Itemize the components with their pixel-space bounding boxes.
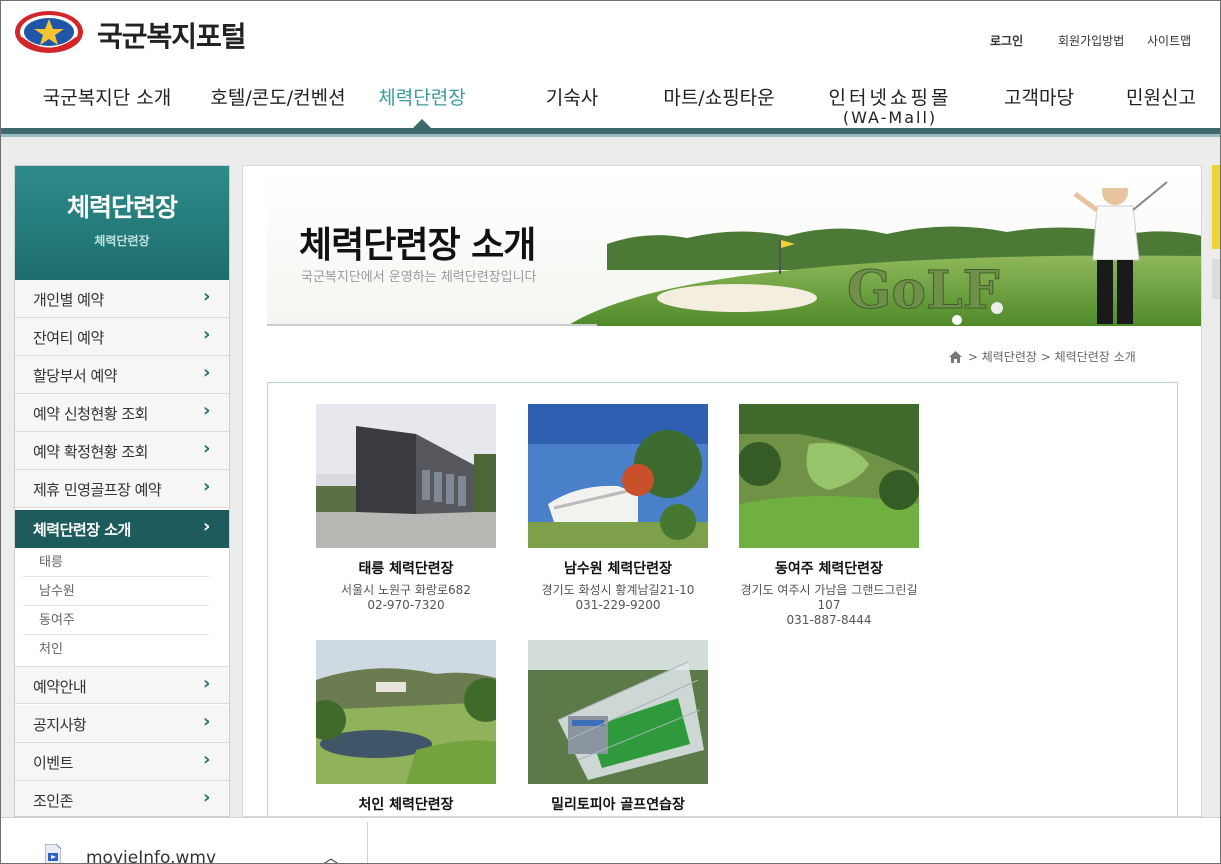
side-tab-yellow[interactable] bbox=[1212, 165, 1220, 249]
lnb-item-event[interactable]: 이벤트 › bbox=[15, 743, 229, 781]
home-icon[interactable] bbox=[949, 351, 962, 363]
gnb-welfare-intro[interactable]: 국군복지단 소개 bbox=[43, 83, 171, 110]
facility-gallery: 태릉 체력단련장 서울시 노원구 화랑로682 02-970-7320 남수원 … bbox=[267, 382, 1178, 816]
lnb-item-label: 예약 신청현황 조회 bbox=[33, 405, 148, 423]
facility-card-militopia[interactable]: 밀리토피아 골프연습장 bbox=[528, 640, 708, 814]
chevron-right-icon: › bbox=[203, 438, 211, 459]
lnb-sub-dongyeoju[interactable]: 동여주 bbox=[23, 606, 209, 635]
chevron-right-icon: › bbox=[203, 286, 211, 307]
facility-address: 서울시 노원구 화랑로682 bbox=[341, 583, 471, 597]
lnb-item-remaining-tee[interactable]: 잔여티 예약 › bbox=[15, 318, 229, 356]
page-description: 국군복지단에서 운영하는 체력단련장입니다 bbox=[301, 270, 537, 285]
facility-phone: 031-887-8444 bbox=[786, 613, 872, 627]
breadcrumb: > 체력단련장 > 체력단련장 소개 bbox=[949, 348, 1136, 365]
chevron-right-icon: › bbox=[203, 400, 211, 421]
facility-photo[interactable] bbox=[528, 404, 708, 548]
lnb-item-notice[interactable]: 공지사항 › bbox=[15, 705, 229, 743]
lnb-item-reservation-guide[interactable]: 예약안내 › bbox=[15, 666, 229, 704]
banner-word: GoLF bbox=[847, 260, 1000, 321]
breadcrumb-separator-icon: > bbox=[967, 350, 978, 364]
login-link[interactable]: 로그인 bbox=[990, 32, 1023, 49]
chevron-up-icon[interactable]: ︿ bbox=[323, 844, 339, 863]
facility-card-namsuwon[interactable]: 남수원 체력단련장 경기도 화성시 황계남길21-10 031-229-9200 bbox=[528, 404, 708, 613]
gnb-dormitory[interactable]: 기숙사 bbox=[546, 83, 598, 110]
breadcrumb-separator-icon: > bbox=[1040, 350, 1051, 364]
facility-card-taereung[interactable]: 태릉 체력단련장 서울시 노원구 화랑로682 02-970-7320 bbox=[316, 404, 496, 613]
facility-card-dongyeoju[interactable]: 동여주 체력단련장 경기도 여주시 가남읍 그랜드그린길107 031-887-… bbox=[739, 404, 919, 628]
join-guide-link[interactable]: 회원가입방법 bbox=[1058, 32, 1124, 49]
chevron-right-icon: › bbox=[203, 787, 211, 808]
left-menu-subtitle: 체력단련장 bbox=[94, 234, 150, 248]
armed-forces-logo[interactable] bbox=[13, 8, 85, 56]
lnb-item-dept-reservation[interactable]: 할당부서 예약 › bbox=[15, 356, 229, 394]
lnb-sub-taereung[interactable]: 태릉 bbox=[23, 548, 209, 577]
chevron-right-icon: › bbox=[203, 476, 211, 497]
download-filename[interactable]: movieInfo.wmv bbox=[86, 848, 216, 863]
lnb-item-label: 예약안내 bbox=[33, 678, 87, 696]
lnb-submenu: 태릉 남수원 동여주 처인 bbox=[15, 548, 229, 664]
left-menu-title: 체력단련장 bbox=[66, 193, 178, 222]
left-menu-header: 체력단련장 체력단련장 bbox=[15, 166, 229, 280]
lnb-sub-namsuwon[interactable]: 남수원 bbox=[23, 577, 209, 606]
chevron-right-icon: › bbox=[203, 516, 211, 537]
lnb-item-label: 이벤트 bbox=[33, 754, 73, 772]
gnb-customer[interactable]: 고객마당 bbox=[1004, 83, 1074, 110]
lnb-item-label: 조인존 bbox=[33, 792, 73, 810]
banner-underline bbox=[267, 324, 597, 326]
download-divider bbox=[367, 822, 368, 863]
facility-name[interactable]: 태릉 체력단련장 bbox=[316, 558, 496, 578]
facility-name[interactable]: 동여주 체력단련장 bbox=[739, 558, 919, 578]
lnb-item-personal-reservation[interactable]: 개인별 예약 › bbox=[15, 280, 229, 318]
facility-address: 경기도 여주시 가남읍 그랜드그린길107 bbox=[740, 583, 918, 612]
chevron-right-icon: › bbox=[203, 711, 211, 732]
lnb-item-request-status[interactable]: 예약 신청현황 조회 › bbox=[15, 394, 229, 432]
lnb-item-label: 예약 확정현황 조회 bbox=[33, 443, 148, 461]
gnb-hotel[interactable]: 호텔/콘도/컨벤션 bbox=[210, 83, 345, 110]
facility-phone: 02-970-7320 bbox=[367, 598, 445, 612]
gnb-mart[interactable]: 마트/쇼핑타운 bbox=[663, 83, 774, 110]
lnb-item-join-zone[interactable]: 조인존 › bbox=[15, 781, 229, 816]
facility-card-cheoin[interactable]: 처인 체력단련장 bbox=[316, 640, 496, 814]
lnb-item-confirmed-status[interactable]: 예약 확정현황 조회 › bbox=[15, 432, 229, 470]
chevron-right-icon: › bbox=[203, 749, 211, 770]
facility-name[interactable]: 남수원 체력단련장 bbox=[528, 558, 708, 578]
lnb-item-label: 개인별 예약 bbox=[33, 291, 104, 309]
chevron-right-icon: › bbox=[203, 362, 211, 383]
page-title: 체력단련장 소개 bbox=[299, 225, 536, 266]
lnb-item-label: 할당부서 예약 bbox=[33, 367, 118, 385]
lnb-sub-cheoin[interactable]: 처인 bbox=[23, 635, 209, 664]
lnb-item-golf-intro[interactable]: 체력단련장 소개 › bbox=[15, 510, 229, 548]
facility-photo[interactable] bbox=[316, 404, 496, 548]
left-menu: 체력단련장 체력단련장 개인별 예약 › 잔여티 예약 › 할당부서 예약 › 예약 … bbox=[14, 165, 230, 817]
gnb-wa-mall-sub: (WA-Mall) bbox=[842, 108, 938, 127]
gnb-wa-mall-label: 인터넷쇼핑몰 bbox=[828, 87, 952, 109]
lnb-item-label: 잔여티 예약 bbox=[33, 329, 104, 347]
gnb-complaint[interactable]: 민원신고 bbox=[1126, 83, 1196, 110]
lnb-item-label: 제휴 민영골프장 예약 bbox=[33, 481, 162, 499]
facility-photo[interactable] bbox=[316, 640, 496, 784]
main-content: GoLF 체력단련장 소개 국군복지단에서 운영하는 체력단련장입니다 > 체력… bbox=[242, 165, 1202, 817]
site-title[interactable]: 국군복지포털 bbox=[97, 15, 247, 55]
lnb-item-partner-golf[interactable]: 제휴 민영골프장 예약 › bbox=[15, 470, 229, 508]
video-file-icon[interactable] bbox=[45, 844, 61, 864]
facility-photo[interactable] bbox=[528, 640, 708, 784]
chevron-right-icon: › bbox=[203, 673, 211, 694]
side-tab-gray[interactable] bbox=[1212, 259, 1220, 299]
facility-address: 경기도 화성시 황계남길21-10 bbox=[541, 583, 695, 597]
lnb-item-label: 체력단련장 소개 bbox=[33, 521, 131, 539]
facility-name[interactable]: 처인 체력단련장 bbox=[316, 794, 496, 814]
breadcrumb-level2: 체력단련장 소개 bbox=[1054, 350, 1136, 364]
facility-name[interactable]: 밀리토피아 골프연습장 bbox=[528, 794, 708, 814]
facility-photo[interactable] bbox=[739, 404, 919, 548]
facility-phone: 031-229-9200 bbox=[575, 598, 661, 612]
download-bar: movieInfo.wmv ︿ bbox=[1, 817, 1220, 864]
breadcrumb-level1[interactable]: 체력단련장 bbox=[982, 350, 1037, 364]
gnb-wa-mall[interactable]: 인터넷쇼핑몰 (WA-Mall) bbox=[829, 83, 952, 127]
gnb-golf[interactable]: 체력단련장 bbox=[378, 83, 465, 110]
chevron-right-icon: › bbox=[203, 324, 211, 345]
sitemap-link[interactable]: 사이트맵 bbox=[1147, 32, 1191, 49]
lnb-item-label: 공지사항 bbox=[33, 716, 87, 734]
browser-frame: 국군복지포털 로그인 회원가입방법 사이트맵 국군복지단 소개 호텔/콘도/컨벤… bbox=[0, 0, 1221, 864]
